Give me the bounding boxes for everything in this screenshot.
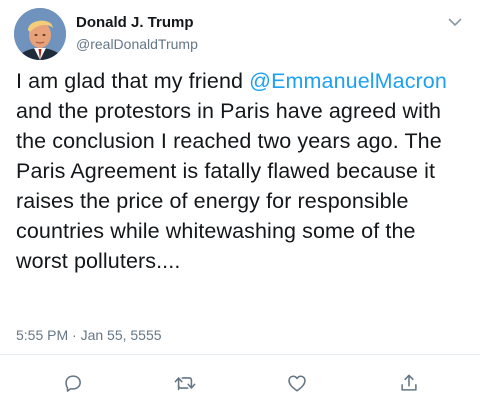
tweet-card[interactable]: Donald J. Trump @realDonaldTrump I am gl…: [0, 0, 480, 410]
action-bar: [0, 365, 480, 405]
divider: [0, 354, 480, 355]
retweet-button[interactable]: [167, 365, 203, 401]
share-icon: [401, 374, 417, 391]
share-button[interactable]: [391, 365, 427, 401]
tweet-text: I am glad that my friend @EmmanuelMacron…: [16, 66, 468, 276]
like-button[interactable]: [279, 365, 315, 401]
like-icon: [288, 375, 306, 392]
tweet-text-part: and the protestors in Paris have agreed …: [16, 99, 442, 273]
more-options-caret[interactable]: [444, 12, 466, 32]
profile-photo-icon: [14, 8, 66, 60]
timestamp[interactable]: 5:55 PM · Jan 55, 5555: [16, 327, 162, 343]
author-names: Donald J. Trump @realDonaldTrump: [76, 14, 198, 53]
tweet-header: Donald J. Trump @realDonaldTrump: [14, 8, 466, 64]
retweet-icon: [174, 377, 196, 391]
reply-icon: [65, 375, 81, 392]
chevron-down-icon: [448, 18, 462, 26]
mention-link[interactable]: @EmmanuelMacron: [249, 69, 447, 93]
handle[interactable]: @realDonaldTrump: [76, 35, 198, 53]
display-name[interactable]: Donald J. Trump: [76, 14, 198, 32]
reply-button[interactable]: [55, 365, 91, 401]
avatar[interactable]: [14, 8, 66, 60]
tweet-text-part: I am glad that my friend: [16, 69, 250, 93]
